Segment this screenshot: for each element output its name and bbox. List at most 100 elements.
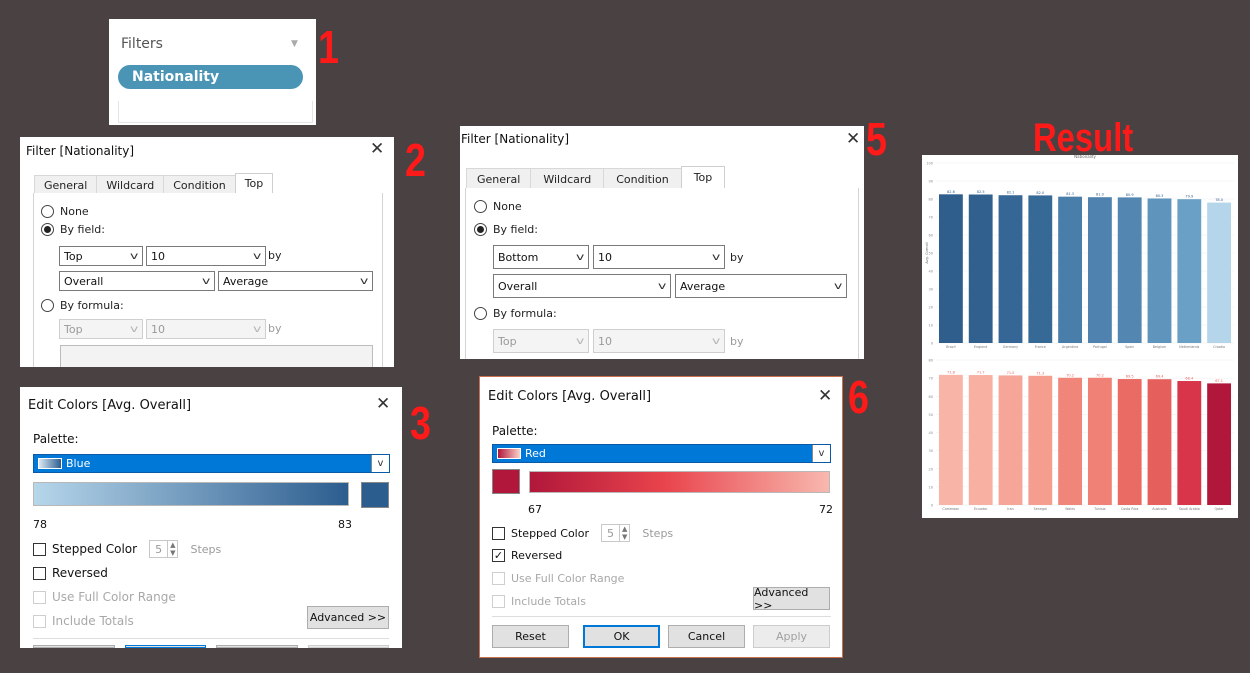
data-label: 71.5 [1007,371,1015,375]
steps-label: Steps [190,542,222,556]
edit-colors-dialog-red: Edit Colors [Avg. Overall] ✕ Palette: Re… [479,376,843,658]
measure-select[interactable]: Overall v [59,271,215,291]
reversed-checkbox[interactable]: ✓ Reversed [492,549,562,562]
bar [1147,379,1172,505]
aggregation-select[interactable]: Average v [675,274,847,298]
advanced-button[interactable]: Advanced >> [307,606,389,629]
count-value: 10 [598,250,612,264]
aggregation-select[interactable]: Average v [218,271,373,291]
chevron-down-icon: v [576,335,585,347]
advanced-button[interactable]: Advanced >> [753,586,830,612]
reversed-checkbox[interactable]: Reversed [33,566,108,580]
ok-button[interactable]: OK [583,625,660,648]
direction-value: Top [64,249,83,263]
count-select[interactable]: 10 v [146,246,266,266]
checkbox-box[interactable] [33,566,46,580]
data-label: 79.9 [1185,195,1193,199]
radio-button-selected[interactable] [474,223,487,236]
close-icon[interactable]: ✕ [846,131,860,148]
data-label: 71.8 [947,370,955,374]
y-tick-label: 80 [929,198,933,202]
chevron-down-icon: v [712,251,721,263]
by-field-radio[interactable]: By field: [41,223,105,236]
result-chart-panel: Nationality Avg. Overall 100 90 80 70 60 50 40 30… [922,155,1238,518]
formula-direction-select: Top v [59,319,143,339]
measure-select[interactable]: Overall v [493,274,671,298]
checkbox-box [33,590,46,604]
radio-button-selected[interactable] [41,223,54,236]
none-radio[interactable]: None [41,205,89,218]
count-select[interactable]: 10 v [593,245,725,269]
bar [1087,377,1112,505]
chevron-down-icon[interactable]: v [812,445,830,462]
data-label: 82.0 [1036,191,1044,195]
bar [1028,375,1053,505]
stepped-color-label: Stepped Color [52,542,138,556]
chevron-down-icon: v [576,251,585,263]
palette-label: Palette: [492,424,538,438]
filter-dialog-bottom: Filter [Nationality] ✕ General Wildcard … [460,126,864,359]
y-tick-label: 20 [929,467,933,471]
nationality-filter-pill[interactable]: Nationality [118,65,303,89]
range-max: 83 [338,518,352,531]
y-tick-label: 30 [929,288,933,292]
ok-button-edge[interactable] [124,645,206,648]
close-icon[interactable]: ✕ [370,141,384,158]
direction-select[interactable]: Top v [59,246,143,266]
reset-button-edge[interactable] [33,645,115,648]
filters-card: Filters ▼ Nationality [109,19,316,125]
direction-select[interactable]: Bottom v [493,245,589,269]
y-tick-label: 70 [929,377,933,381]
filters-menu-icon[interactable]: ▼ [291,39,298,49]
bar [968,375,993,505]
aggregation-value: Average [223,274,269,288]
stepped-color-checkbox[interactable]: Stepped Color 5 ▲ ▼ Steps [33,540,221,558]
chevron-down-icon: v [253,250,262,262]
checkbox-box[interactable] [492,526,505,540]
range-max: 72 [819,503,833,516]
by-field-label: By field: [60,223,105,236]
formula-direction-select: Top v [493,329,589,353]
result-charts: NationalityAvg. Overall10090807060504030… [925,155,1234,511]
start-color-swatch[interactable] [492,469,520,494]
checkmark-icon[interactable]: ✓ [492,549,505,562]
measure-value: Overall [498,279,538,293]
bar [1207,383,1232,505]
stepped-color-checkbox[interactable]: Stepped Color 5 ▲ ▼ Steps [492,524,673,542]
bar [1147,198,1172,343]
color-gradient-bar[interactable] [33,482,349,506]
by-formula-label: By formula: [60,299,124,312]
category-label: Croatia [1213,345,1225,349]
radio-button[interactable] [474,200,487,213]
radio-button[interactable] [41,299,54,312]
y-tick-label: 60 [929,234,933,238]
formula-count-select: 10 v [593,329,725,353]
bar [938,194,963,343]
reset-button[interactable]: Reset [492,625,569,648]
radio-button[interactable] [474,307,487,320]
none-radio[interactable]: None [474,200,522,213]
category-label: Ecuador [974,507,988,511]
by-formula-radio[interactable]: By formula: [474,307,557,320]
cancel-button-edge[interactable] [216,645,298,648]
data-label: 80.3 [1156,194,1164,198]
chevron-down-icon[interactable]: v [371,455,389,472]
cancel-button[interactable]: Cancel [668,625,745,648]
bar [1117,379,1142,505]
palette-select[interactable]: Red v [492,444,831,463]
palette-select[interactable]: Blue v [33,454,390,473]
range-min: 78 [33,518,47,531]
formula-direction-value: Top [498,334,517,348]
close-icon[interactable]: ✕ [376,396,390,413]
reversed-label: Reversed [52,566,108,580]
end-color-swatch[interactable] [361,482,389,508]
by-field-radio[interactable]: By field: [474,223,538,236]
close-icon[interactable]: ✕ [818,388,832,405]
chart-title: Nationality [1074,155,1096,159]
category-label: Saudi Arabia [1179,507,1200,511]
y-tick-label: 30 [929,449,933,453]
checkbox-box[interactable] [33,542,46,556]
color-gradient-bar[interactable] [529,471,830,493]
by-formula-radio[interactable]: By formula: [41,299,124,312]
radio-button[interactable] [41,205,54,218]
